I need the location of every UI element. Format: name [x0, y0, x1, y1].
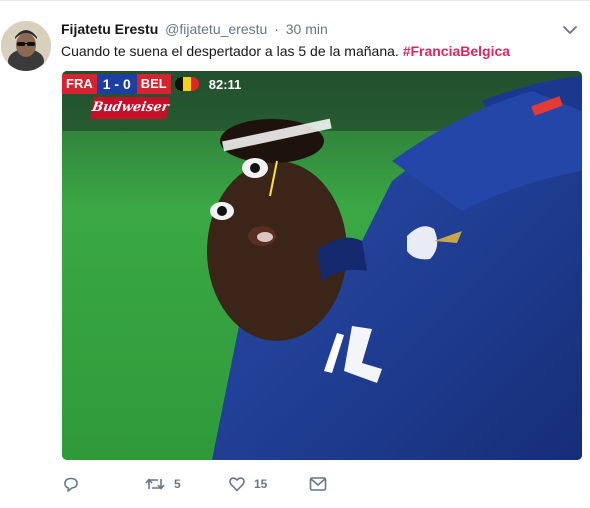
reply-icon: [64, 477, 78, 492]
sponsor-logo: Budweiser: [90, 97, 170, 119]
avatar-image: [1, 21, 51, 71]
tweet-body: Cuando te suena el despertador a las 5 d…: [61, 43, 399, 59]
chevron-down-icon[interactable]: [562, 23, 578, 37]
retweet-count: 5: [174, 477, 181, 491]
direct-message-button[interactable]: [309, 473, 327, 495]
heart-icon: [229, 477, 245, 492]
envelope-icon: [309, 477, 327, 491]
tweet-text: Cuando te suena el despertador a las 5 d…: [61, 42, 580, 61]
score: 1 - 0: [96, 74, 137, 94]
hashtag-link[interactable]: #FranciaBelgica: [403, 43, 510, 59]
user-handle[interactable]: @fijatetu_erestu: [165, 21, 267, 37]
photo-scene: [62, 71, 582, 460]
separator-dot: ·: [274, 21, 279, 37]
like-button[interactable]: 15: [228, 473, 267, 495]
reply-button[interactable]: [62, 473, 88, 495]
tweet-header: Fijatetu Erestu @fijatetu_erestu · 30 mi…: [61, 20, 560, 39]
timestamp[interactable]: 30 min: [286, 21, 328, 37]
match-clock: 82:11: [208, 76, 242, 92]
like-count: 15: [254, 477, 268, 491]
action-bar: 5 15: [62, 473, 482, 495]
retweet-button[interactable]: 5: [144, 473, 181, 495]
scoreboard: FRA 1 - 0 BEL 82:11: [62, 71, 247, 97]
avatar[interactable]: [1, 21, 51, 71]
belgium-flag-icon: [174, 77, 199, 91]
away-team: BEL: [136, 74, 171, 94]
display-name[interactable]: Fijatetu Erestu: [61, 21, 158, 37]
tweet-image[interactable]: FRA 1 - 0 BEL 82:11 Budweiser: [62, 71, 582, 460]
retweet-icon: [145, 478, 165, 490]
tweet: Fijatetu Erestu @fijatetu_erestu · 30 mi…: [0, 0, 590, 508]
home-team: FRA: [62, 74, 97, 94]
